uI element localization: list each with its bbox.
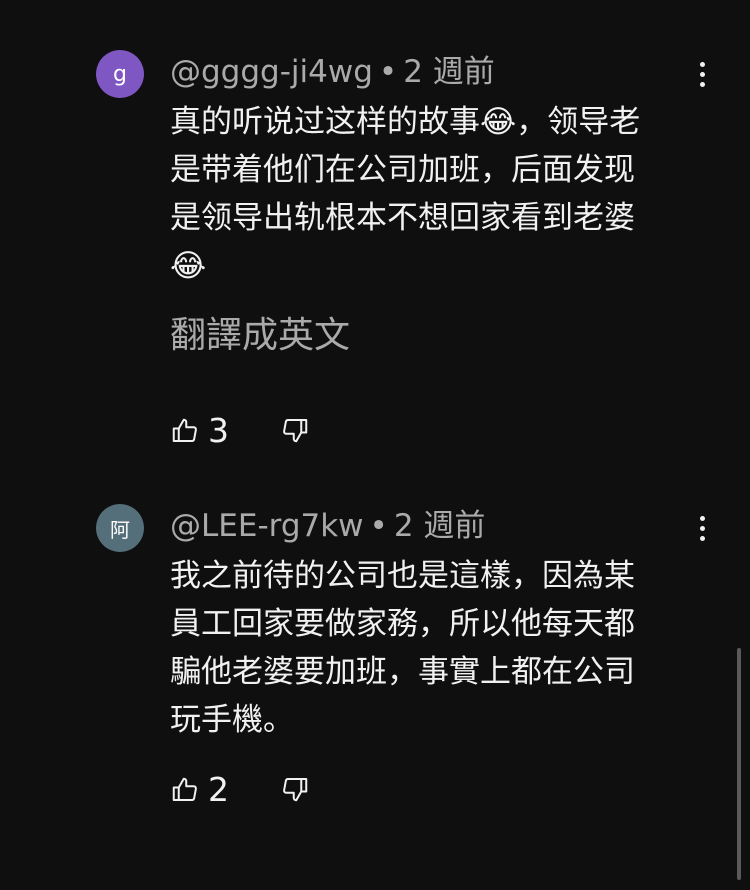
- avatar[interactable]: 阿: [96, 504, 144, 552]
- thumbs-down-icon: [283, 419, 308, 443]
- comment-time: 2 週前: [393, 508, 486, 544]
- more-options-button[interactable]: [688, 508, 716, 548]
- more-vert-icon: [699, 515, 705, 521]
- separator: •: [378, 54, 398, 90]
- more-dot: [699, 535, 705, 541]
- author-name[interactable]: @gggg-ji4wg: [170, 54, 373, 90]
- thumbs-up-icon: [172, 777, 197, 801]
- more-dot: [699, 81, 705, 87]
- avatar[interactable]: g: [96, 50, 144, 98]
- comment-line: 是领导出轨根本不想回家看到老婆: [170, 200, 635, 236]
- comment-time: 2 週前: [403, 54, 495, 90]
- comment-actions: 2: [170, 770, 308, 810]
- comment-actions: 3: [170, 411, 308, 451]
- comment-line: 騙他老婆要加班，事實上都在公司: [170, 654, 635, 690]
- more-vert-icon: [699, 61, 705, 67]
- more-options-button[interactable]: [688, 54, 716, 94]
- more-dot: [699, 71, 705, 77]
- comment-line: 我之前待的公司也是這樣，因為某: [170, 558, 635, 594]
- comment-line: 😂: [170, 248, 207, 284]
- comment-line: 員工回家要做家務，所以他每天都: [170, 606, 635, 642]
- dislike-button[interactable]: [280, 774, 310, 808]
- like-button[interactable]: 3: [170, 411, 229, 451]
- translate-link[interactable]: 翻譯成英文: [170, 312, 350, 360]
- avatar-letter: g: [113, 61, 127, 87]
- comment-text: 我之前待的公司也是這樣，因為某 員工回家要做家務，所以他每天都 騙他老婆要加班，…: [170, 552, 700, 744]
- thumbs-down-icon: [283, 778, 308, 802]
- comment-text: 真的听说过这样的故事😂，领导老 是带着他们在公司加班，后面发现 是领导出轨根本不…: [170, 98, 700, 290]
- dislike-button[interactable]: [280, 415, 310, 449]
- avatar-letter: 阿: [110, 517, 130, 542]
- like-count: 3: [208, 411, 229, 450]
- comment-line: 真的听说过这样的故事😂，领导老: [170, 104, 641, 140]
- author-name[interactable]: @LEE-rg7kw: [170, 508, 364, 544]
- like-count: 2: [208, 770, 229, 809]
- comment-header: @gggg-ji4wg • 2 週前: [170, 52, 495, 92]
- thumbs-up-icon: [172, 418, 197, 442]
- scrollbar[interactable]: [737, 648, 741, 880]
- like-button[interactable]: 2: [170, 770, 229, 810]
- separator: •: [369, 508, 388, 544]
- comment-line: 玩手機。: [170, 702, 294, 738]
- comment-header: @LEE-rg7kw • 2 週前: [170, 506, 485, 546]
- comment-line: 是带着他们在公司加班，后面发现: [170, 152, 635, 188]
- more-dot: [699, 525, 705, 531]
